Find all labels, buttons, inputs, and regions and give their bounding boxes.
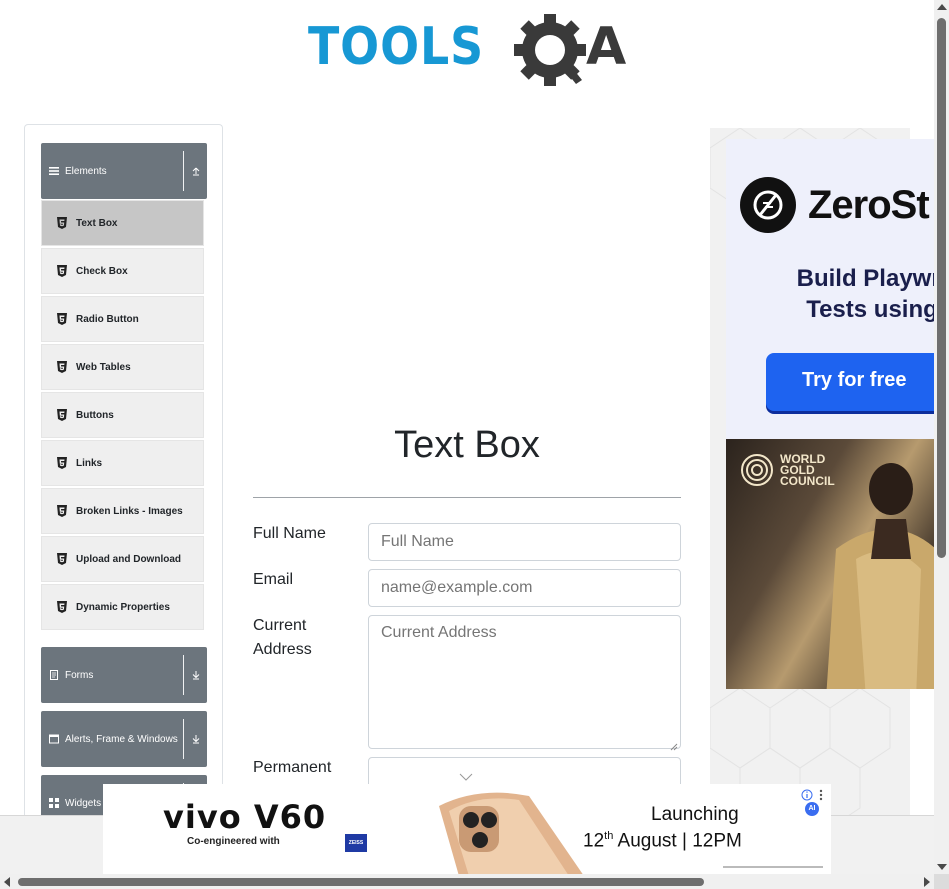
html5-icon <box>56 265 68 277</box>
html5-icon <box>56 457 68 469</box>
group-divider <box>183 655 184 695</box>
group-label: Alerts, Frame & Windows <box>65 733 178 745</box>
wgc-name: WORLD GOLD COUNCIL <box>780 453 835 488</box>
email-input[interactable]: name@example.com <box>368 569 681 607</box>
scroll-right-icon[interactable] <box>924 877 930 887</box>
ad-cta-button[interactable]: Try for free <box>766 353 934 411</box>
page-title: Text Box <box>394 424 540 466</box>
vivo-ad[interactable]: vivo V60 Co-engineered with ZEISS Launch… <box>103 784 831 874</box>
html5-icon <box>56 553 68 565</box>
title-divider <box>253 497 681 498</box>
group-header-forms[interactable]: Forms <box>41 647 207 703</box>
hamburger-icon <box>49 166 59 176</box>
grid-icon <box>49 798 59 808</box>
menu-item-label: Broken Links - Images <box>76 505 183 517</box>
page-viewport: TOOLS A Elements Text Box Check Box Radi… <box>0 0 949 889</box>
scroll-left-icon[interactable] <box>4 877 10 887</box>
html5-icon <box>56 409 68 421</box>
scrollbar-corner <box>934 874 949 889</box>
html5-icon <box>56 217 68 229</box>
horizontal-scrollbar[interactable] <box>0 874 934 889</box>
ad-ai-badge: AI <box>805 802 819 816</box>
group-divider <box>183 151 184 191</box>
vertical-scroll-thumb[interactable] <box>937 18 946 558</box>
group-label: Forms <box>65 669 94 681</box>
current-address-placeholder: Current Address <box>381 624 497 641</box>
vivo-brand: vivo V60 <box>163 798 327 836</box>
full-name-input[interactable]: Full Name <box>368 523 681 561</box>
world-gold-council-ad[interactable]: WORLD GOLD COUNCIL <box>726 439 934 689</box>
menu-item-dynamic-properties[interactable]: Dynamic Properties <box>41 584 204 630</box>
current-address-textarea[interactable]: Current Address <box>368 615 681 751</box>
group-label: Elements <box>65 165 107 177</box>
menu-item-label: Dynamic Properties <box>76 601 170 613</box>
menu-item-check-box[interactable]: Check Box <box>41 248 204 294</box>
chevron-down-icon <box>191 734 201 744</box>
permanent-address-label: Permanent <box>253 759 332 776</box>
wgc-rings-icon <box>741 454 773 486</box>
group-header-alerts[interactable]: Alerts, Frame & Windows <box>41 711 207 767</box>
html5-icon <box>56 505 68 517</box>
scroll-up-icon[interactable] <box>937 4 947 10</box>
menu-item-label: Buttons <box>76 409 114 421</box>
ad-brand: ZeroSt <box>740 177 930 233</box>
ad-fine-print <box>723 866 823 868</box>
current-address-label: Current Address <box>253 614 312 662</box>
full-name-label: Full Name <box>253 525 326 542</box>
launch-day: 12 <box>583 830 605 852</box>
menu-item-label: Upload and Download <box>76 553 181 565</box>
menu-item-web-tables[interactable]: Web Tables <box>41 344 204 390</box>
toolsqa-logo[interactable]: TOOLS A <box>308 14 632 92</box>
html5-icon <box>56 601 68 613</box>
window-icon <box>49 734 59 744</box>
current-address-label-line1: Current <box>253 617 307 634</box>
chevron-down-icon <box>191 670 201 680</box>
chevron-up-icon <box>191 166 201 176</box>
html5-icon <box>56 361 68 373</box>
vertical-scrollbar[interactable] <box>934 0 949 874</box>
group-header-elements[interactable]: Elements <box>41 143 207 199</box>
vivo-sub: Co-engineered with <box>187 836 280 847</box>
menu-item-label: Check Box <box>76 265 128 277</box>
menu-item-label: Text Box <box>76 217 118 229</box>
ad-headline-line2: Tests using <box>806 296 934 323</box>
menu-item-label: Web Tables <box>76 361 131 373</box>
menu-item-broken-links[interactable]: Broken Links - Images <box>41 488 204 534</box>
svg-text:A: A <box>586 17 626 77</box>
wgc-logo: WORLD GOLD COUNCIL <box>740 453 835 487</box>
launch-heading: Launching <box>651 804 739 825</box>
menu-item-buttons[interactable]: Buttons <box>41 392 204 438</box>
phone-image <box>439 792 583 874</box>
menu-item-radio-button[interactable]: Radio Button <box>41 296 204 342</box>
zerostep-ad[interactable]: ZeroSt Build Playwri Tests using Try for… <box>726 139 934 439</box>
ad-cta-label: Try for free <box>802 369 907 391</box>
launch-date: 12th August | 12PM <box>583 830 742 852</box>
resize-grip-icon[interactable] <box>670 738 678 751</box>
html5-icon <box>56 313 68 325</box>
email-label: Email <box>253 571 294 588</box>
scroll-down-icon[interactable] <box>937 864 947 870</box>
menu-item-text-box[interactable]: Text Box <box>41 200 204 246</box>
zerostep-logo-icon <box>740 177 796 233</box>
ad-headline-line1: Build Playwri <box>796 265 934 292</box>
svg-text:TOOLS: TOOLS <box>308 17 484 77</box>
form-icon <box>49 670 59 680</box>
ad-headline: Build Playwri Tests using <box>762 263 934 325</box>
current-address-label-line2: Address <box>253 641 312 658</box>
menu-item-label: Radio Button <box>76 313 139 325</box>
ad-brand-name: ZeroSt <box>808 182 930 227</box>
menu-item-links[interactable]: Links <box>41 440 204 486</box>
horizontal-scroll-thumb[interactable] <box>18 878 704 886</box>
menu-item-upload-download[interactable]: Upload and Download <box>41 536 204 582</box>
launch-time: August | 12PM <box>613 830 742 852</box>
ad-person-image <box>826 463 934 689</box>
sidebar-panel: Elements Text Box Check Box Radio Button… <box>24 124 223 884</box>
menu-item-label: Links <box>76 457 103 469</box>
zeiss-logo: ZEISS <box>345 834 367 852</box>
wgc-line3: COUNCIL <box>780 473 835 488</box>
group-divider <box>183 719 184 759</box>
launch-day-suffix: th <box>604 830 614 842</box>
elements-menu: Text Box Check Box Radio Button Web Tabl… <box>41 200 204 632</box>
